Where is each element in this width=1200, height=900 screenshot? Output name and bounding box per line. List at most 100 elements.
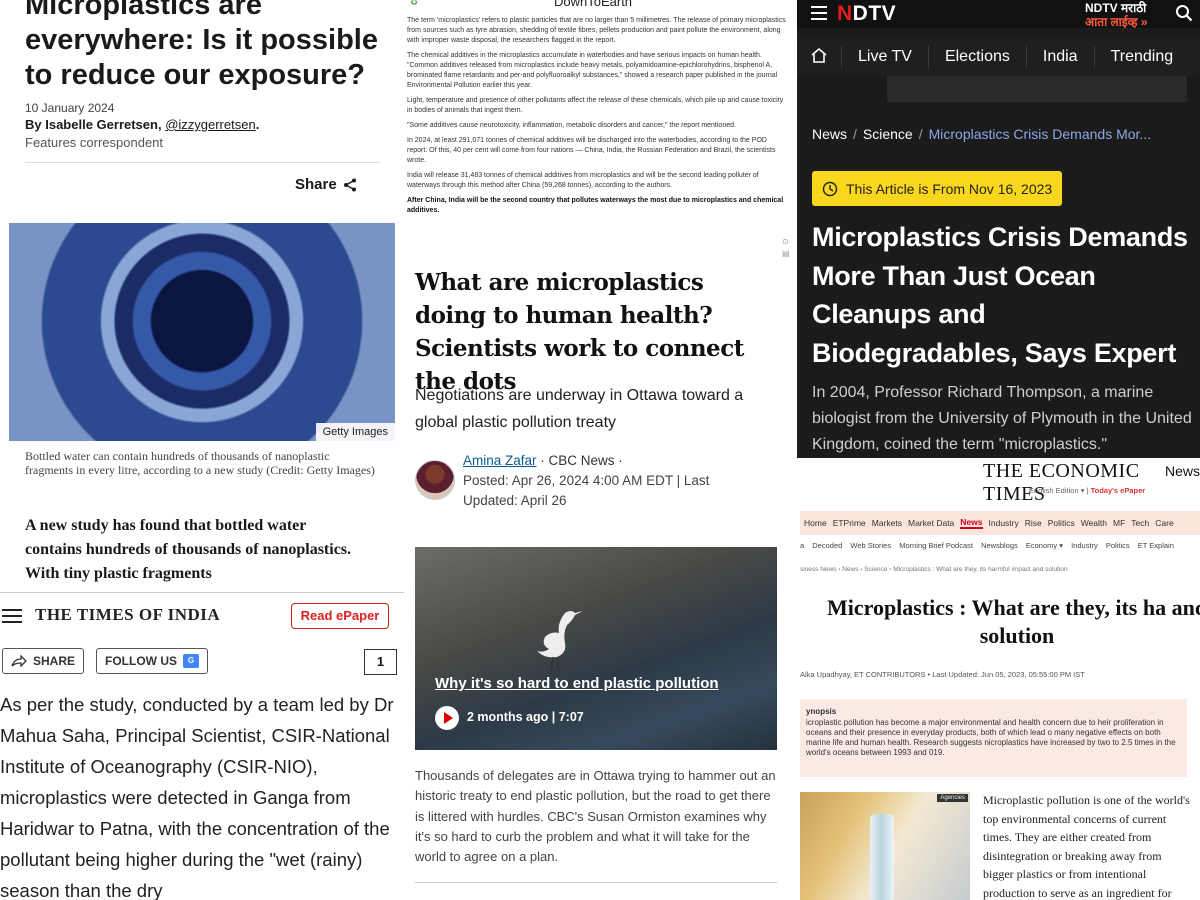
article-title: Microplastics are everywhere: Is it poss…: [25, 0, 378, 91]
follow-us-button[interactable]: FOLLOW US G: [96, 648, 208, 674]
search-icon[interactable]: [1175, 4, 1193, 22]
nav-markets[interactable]: Markets: [872, 518, 902, 528]
ndtv-marathi-link[interactable]: NDTV मराठी आता लाईव्ह »: [1085, 1, 1148, 29]
paragraph: The chemical additives in the microplast…: [407, 52, 778, 89]
image-credit: Agencies: [937, 794, 968, 802]
marathi-live: आता लाईव्ह »: [1085, 15, 1148, 29]
breadcrumb-news[interactable]: News: [812, 126, 847, 142]
subnav-economy[interactable]: Economy ▾: [1026, 541, 1063, 550]
cbc-article-panel: What are microplastics doing to human he…: [404, 262, 794, 900]
paragraph: Light, temperature and presence of other…: [407, 97, 784, 114]
share-button[interactable]: Share: [295, 176, 357, 193]
author-handle-link[interactable]: @izzygerretsen: [165, 117, 256, 132]
author-link[interactable]: Amina Zafar: [463, 453, 537, 468]
toi-logo[interactable]: THE TIMES OF INDIA: [35, 605, 220, 625]
logo-prefix: N: [837, 2, 853, 25]
paragraph: In 2024, at least 291,071 tonnes of chem…: [407, 137, 776, 164]
share-arrow-icon: [11, 655, 27, 667]
nav-trending[interactable]: Trending: [1093, 46, 1190, 68]
nav-tech[interactable]: Tech: [1131, 518, 1149, 528]
bottle-illustration: [870, 814, 894, 900]
subnav-decoded[interactable]: Decoded: [812, 541, 843, 550]
share-label: Share: [295, 176, 337, 193]
nav-news[interactable]: News: [960, 517, 983, 529]
nav-wealth[interactable]: Wealth: [1081, 518, 1107, 528]
site-icons: ♻: [410, 0, 419, 7]
share-button[interactable]: SHARE: [2, 648, 84, 674]
paragraph: The term 'microplastics' refers to plast…: [407, 17, 786, 44]
primary-nav: Home ETPrime Markets Market Data News In…: [800, 511, 1200, 535]
byline-prefix: By Isabelle Gerretsen,: [25, 117, 166, 132]
nav-elections[interactable]: Elections: [927, 46, 1026, 68]
side-share-icons[interactable]: ⊙ ▤: [782, 236, 790, 260]
breadcrumb[interactable]: siness News › News › Science › Microplas…: [800, 566, 1068, 573]
nav-india[interactable]: India: [1025, 46, 1094, 68]
menu-icon[interactable]: [811, 6, 827, 24]
edition-selector[interactable]: English Edition ▾ | Today's ePaper: [1029, 486, 1145, 495]
subnav-et-explain[interactable]: ET Explain: [1138, 541, 1174, 550]
video-player[interactable]: Why it's so hard to end plastic pollutio…: [415, 547, 777, 750]
ndtv-article-panel: NDTV NDTV मराठी आता लाईव्ह » Live TV Elec…: [797, 0, 1200, 458]
nav-home[interactable]: Home: [804, 518, 827, 528]
article-date: 10 January 2024: [25, 101, 115, 115]
home-icon[interactable]: [797, 47, 841, 68]
dte-logo[interactable]: DownToEarth: [554, 0, 632, 9]
nav-mf[interactable]: MF: [1113, 518, 1125, 528]
share-icon: [343, 178, 356, 191]
edition-label: English Edition ▾ |: [1029, 486, 1091, 495]
author-line: Alka Upadhyay, ET CONTRIBUTORS • Last Up…: [800, 670, 1085, 679]
video-title[interactable]: Why it's so hard to end plastic pollutio…: [435, 675, 719, 692]
todays-epaper-link[interactable]: Today's ePaper: [1091, 486, 1146, 495]
divider: [415, 882, 777, 883]
author-role: Features correspondent: [25, 135, 164, 150]
nav-live-tv[interactable]: Live TV: [841, 46, 928, 68]
author-avatar[interactable]: [415, 460, 455, 500]
breadcrumb-science[interactable]: Science: [863, 126, 913, 142]
bottle-photo: Getty Images: [9, 223, 395, 441]
posted-date: Posted: Apr 26, 2024 4:00 AM EDT | Last …: [463, 473, 710, 508]
nav-politics[interactable]: Politics: [1048, 518, 1075, 528]
paragraph: "Some additives cause neurotoxicity, inf…: [407, 122, 736, 129]
nav-industry[interactable]: Industry: [989, 518, 1019, 528]
play-icon[interactable]: [435, 706, 459, 730]
et-news-link[interactable]: News: [1165, 463, 1200, 479]
marathi-title: NDTV मराठी: [1085, 1, 1147, 15]
article-body: The term 'microplastics' refers to plast…: [407, 16, 787, 221]
subnav-morning-brief[interactable]: Morning Brief Podcast: [899, 541, 973, 550]
logo-suffix: DTV: [852, 2, 897, 25]
nav-etprime[interactable]: ETPrime: [833, 518, 866, 528]
subnav-item[interactable]: a: [800, 541, 804, 550]
article-summary: In 2004, Professor Richard Thompson, a m…: [812, 384, 1192, 453]
article-lead: A new study has found that bottled water…: [25, 517, 352, 582]
article-subhead: Negotiations are underway in Ottawa towa…: [415, 387, 744, 431]
image-caption: Bottled water can contain hundreds of th…: [25, 449, 375, 477]
breadcrumb-current: Microplastics Crisis Demands Mor...: [928, 126, 1152, 142]
paragraph: India will release 31,483 tonnes of chem…: [407, 172, 759, 189]
nav-rise[interactable]: Rise: [1025, 518, 1042, 528]
read-epaper-button[interactable]: Read ePaper: [291, 603, 389, 629]
video-meta: 2 months ago | 7:07: [467, 710, 584, 724]
subnav-newsblogs[interactable]: Newsblogs: [981, 541, 1018, 550]
google-news-icon: G: [183, 654, 199, 668]
clock-icon: [822, 181, 838, 196]
panel-separator: [794, 0, 797, 900]
synopsis-label: ynopsis: [806, 707, 837, 716]
synopsis-text: icroplastic pollution has become a major…: [806, 718, 1176, 757]
menu-icon[interactable]: [2, 609, 22, 627]
highlight-paragraph: After China, India will be the second co…: [407, 197, 784, 214]
subnav-industry[interactable]: Industry: [1071, 541, 1098, 550]
nav-market-data[interactable]: Market Data: [908, 518, 954, 528]
secondary-nav: a Decoded Web Stories Morning Brief Podc…: [800, 541, 1200, 550]
divider: [25, 162, 380, 163]
byline-suffix: .: [255, 117, 260, 132]
author-outlet: · CBC News ·: [536, 453, 623, 468]
byline: By Isabelle Gerretsen, @izzygerretsen.: [25, 117, 259, 132]
ndtv-logo[interactable]: NDTV: [837, 2, 896, 26]
toi-article-panel: THE TIMES OF INDIA Read ePaper SHARE FOL…: [0, 592, 404, 900]
article-body: As per the study, conducted by a team le…: [0, 694, 394, 900]
nav-care[interactable]: Care: [1155, 518, 1173, 528]
subnav-politics[interactable]: Politics: [1106, 541, 1130, 550]
bbc-article-panel: Microplastics are everywhere: Is it poss…: [0, 0, 404, 592]
comment-count-button[interactable]: 1: [364, 649, 397, 675]
subnav-web-stories[interactable]: Web Stories: [850, 541, 891, 550]
